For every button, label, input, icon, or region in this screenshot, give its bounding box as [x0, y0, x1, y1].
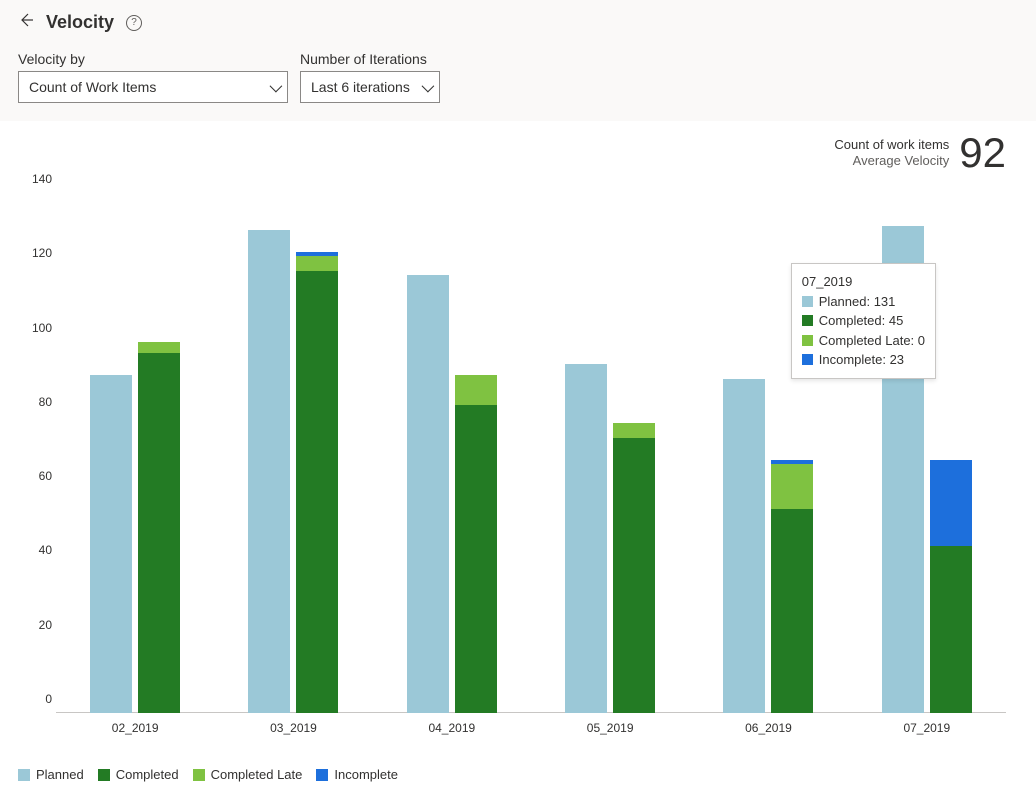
chevron-down-icon [422, 79, 431, 95]
legend-label: Completed [116, 767, 179, 782]
swatch-icon [802, 354, 813, 365]
bar-planned [407, 275, 449, 713]
y-tick: 120 [18, 246, 52, 260]
x-label: 06_2019 [689, 721, 847, 735]
swatch-icon [802, 296, 813, 307]
legend-item: Incomplete [316, 767, 398, 782]
chart-category: 04_2019 [373, 193, 531, 713]
legend-item: Completed Late [193, 767, 303, 782]
page-title: Velocity [46, 12, 114, 33]
legend-item: Planned [18, 767, 84, 782]
chart-category: 05_2019 [531, 193, 689, 713]
bar-completion-stack [138, 342, 180, 713]
swatch-icon [18, 769, 30, 781]
legend-label: Incomplete [334, 767, 398, 782]
summary-value: 92 [959, 129, 1006, 177]
bar-planned [248, 230, 290, 713]
x-label: 03_2019 [214, 721, 372, 735]
legend-item: Completed [98, 767, 179, 782]
summary-block: Count of work items Average Velocity 92 [834, 129, 1006, 177]
bar-completion-stack [930, 460, 972, 713]
tooltip-row: Completed Late: 0 [802, 331, 925, 351]
velocity-by-label: Velocity by [18, 51, 288, 67]
x-label: 05_2019 [531, 721, 689, 735]
tooltip-text: Completed Late: 0 [819, 331, 925, 351]
help-icon[interactable]: ? [126, 15, 142, 31]
tooltip-text: Incomplete: 23 [819, 350, 904, 370]
bar-planned [723, 379, 765, 713]
legend-label: Planned [36, 767, 84, 782]
tooltip-text: Planned: 131 [819, 292, 896, 312]
tooltip-row: Incomplete: 23 [802, 350, 925, 370]
swatch-icon [316, 769, 328, 781]
iterations-value: Last 6 iterations [311, 79, 410, 95]
chart-legend: Planned Completed Completed Late Incomplete [18, 767, 1018, 782]
bar-planned [565, 364, 607, 713]
x-label: 04_2019 [373, 721, 531, 735]
x-label: 02_2019 [56, 721, 214, 735]
velocity-by-dropdown[interactable]: Count of Work Items [18, 71, 288, 103]
bar-completion-stack [455, 375, 497, 713]
tooltip-row: Planned: 131 [802, 292, 925, 312]
swatch-icon [98, 769, 110, 781]
y-tick: 20 [18, 618, 52, 632]
y-tick: 60 [18, 469, 52, 483]
chart-tooltip: 07_2019 Planned: 131Completed: 45Complet… [791, 263, 936, 379]
y-tick: 0 [18, 692, 52, 706]
swatch-icon [193, 769, 205, 781]
y-tick: 80 [18, 395, 52, 409]
swatch-icon [802, 315, 813, 326]
chevron-down-icon [270, 79, 279, 95]
chart-category: 03_2019 [214, 193, 372, 713]
summary-line2: Average Velocity [834, 153, 949, 169]
bar-completion-stack [771, 460, 813, 713]
tooltip-title: 07_2019 [802, 272, 925, 292]
bar-completion-stack [613, 423, 655, 713]
velocity-by-value: Count of Work Items [29, 79, 156, 95]
y-tick: 100 [18, 321, 52, 335]
chart-category: 02_2019 [56, 193, 214, 713]
legend-label: Completed Late [211, 767, 303, 782]
iterations-label: Number of Iterations [300, 51, 440, 67]
summary-line1: Count of work items [834, 137, 949, 153]
swatch-icon [802, 335, 813, 346]
tooltip-text: Completed: 45 [819, 311, 904, 331]
y-tick: 140 [18, 172, 52, 186]
bar-planned [90, 375, 132, 713]
x-label: 07_2019 [848, 721, 1006, 735]
iterations-dropdown[interactable]: Last 6 iterations [300, 71, 440, 103]
bar-completion-stack [296, 252, 338, 713]
y-tick: 40 [18, 543, 52, 557]
back-icon[interactable] [18, 12, 34, 33]
tooltip-row: Completed: 45 [802, 311, 925, 331]
velocity-chart: 020406080100120140 02_201903_201904_2019… [56, 193, 1006, 733]
